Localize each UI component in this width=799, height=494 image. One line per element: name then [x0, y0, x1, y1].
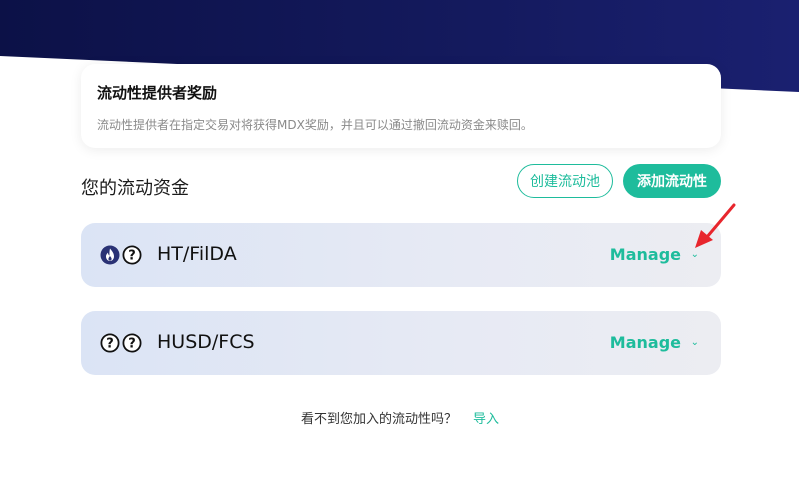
pair-name: HT/FilDA — [157, 243, 237, 265]
red-arrow-annotation — [695, 203, 736, 248]
chevron-down-icon[interactable]: ⌄ — [691, 337, 699, 348]
manage-button[interactable]: Manage — [610, 245, 681, 264]
manage-button[interactable]: Manage — [610, 333, 681, 352]
unknown-token-icon: ? — [122, 245, 142, 265]
token-icons: ? — [100, 245, 142, 265]
create-pool-button[interactable]: 创建流动池 — [517, 164, 613, 198]
add-liquidity-button[interactable]: 添加流动性 — [623, 164, 721, 198]
pair-row-ht-filda[interactable]: ? HT/FilDA Manage ⌄ — [81, 223, 721, 287]
svg-text:?: ? — [106, 337, 114, 352]
missing-liquidity-question: 看不到您加入的流动性吗？ — [301, 412, 458, 427]
chevron-down-icon[interactable]: ⌄ — [691, 249, 699, 260]
ht-flame-icon — [100, 245, 120, 265]
unknown-token-icon: ? — [122, 333, 142, 353]
pair-row-husd-fcs[interactable]: ? ? HUSD/FCS Manage ⌄ — [81, 311, 721, 375]
your-liquidity-title: 您的流动资金 — [81, 178, 189, 199]
import-link[interactable]: 导入 — [473, 408, 499, 427]
pair-name: HUSD/FCS — [157, 331, 255, 353]
svg-text:?: ? — [128, 249, 136, 264]
token-icons: ? ? — [100, 333, 142, 353]
svg-text:?: ? — [128, 337, 136, 352]
unknown-token-icon: ? — [100, 333, 120, 353]
liquidity-reward-info-card: 流动性提供者奖励 流动性提供者在指定交易对将获得MDX奖励，并且可以通过撤回流动… — [81, 64, 721, 148]
info-description: 流动性提供者在指定交易对将获得MDX奖励，并且可以通过撤回流动资金来赎回。 — [97, 118, 533, 132]
info-title: 流动性提供者奖励 — [97, 84, 218, 102]
